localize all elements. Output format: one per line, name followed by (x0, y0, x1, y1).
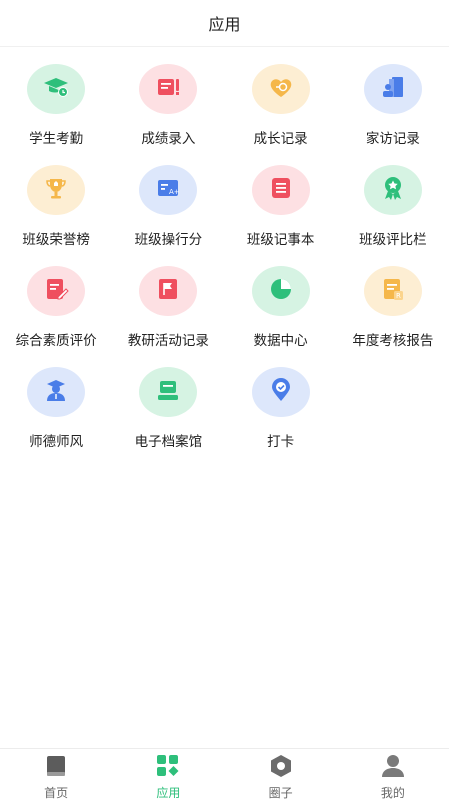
app-class-conduct[interactable]: A+ 班级操行分 (112, 161, 224, 262)
app-annual-report[interactable]: R 年度考核报告 (337, 262, 449, 363)
app-label: 年度考核报告 (352, 333, 434, 349)
pie-chart-icon (267, 275, 295, 307)
home-visit-icon (379, 73, 407, 105)
app-quality-evaluation[interactable]: 综合素质评价 (0, 262, 112, 363)
app-icon-bg (251, 266, 310, 316)
teacher-icon (42, 376, 70, 408)
app-teacher-ethics[interactable]: 师德师风 (0, 363, 112, 464)
app-label: 班级荣誉榜 (22, 232, 90, 248)
app-label: 班级操行分 (134, 232, 203, 248)
app-icon-bg: A+ (139, 165, 198, 215)
bottom-tab-bar: 首页 应用 圈子 我的 (0, 748, 449, 800)
app-icon-bg (251, 367, 310, 417)
app-label: 打卡 (267, 434, 295, 450)
tab-apps[interactable]: 应用 (112, 749, 224, 800)
app-label: 班级评比栏 (359, 232, 427, 248)
conduct-score-icon: A+ (154, 174, 182, 206)
app-class-honor[interactable]: 班级荣誉榜 (0, 161, 112, 262)
app-grade-entry[interactable]: 成绩录入 (112, 60, 224, 161)
app-class-rating[interactable]: 班级评比栏 (337, 161, 449, 262)
svg-text:A+: A+ (169, 188, 180, 196)
app-icon-bg (27, 165, 86, 215)
page-title: 应用 (208, 15, 241, 34)
graduation-cap-clock-icon (42, 73, 70, 105)
app-label: 综合素质评价 (15, 333, 97, 349)
app-label: 成绩录入 (141, 131, 196, 147)
app-label: 家访记录 (365, 131, 420, 147)
app-icon-bg (139, 64, 198, 114)
app-label: 班级记事本 (246, 232, 315, 248)
app-icon-bg (251, 64, 310, 114)
app-label: 师德师风 (29, 434, 84, 450)
tab-label: 圈子 (268, 786, 293, 800)
award-badge-icon (379, 174, 407, 206)
grade-entry-icon (154, 73, 182, 105)
app-student-attendance[interactable]: 学生考勤 (0, 60, 112, 161)
svg-text:R: R (396, 292, 401, 300)
tab-mine[interactable]: 我的 (337, 749, 449, 800)
apps-grid-icon (154, 753, 182, 783)
app-icon-bg (139, 367, 198, 417)
edit-document-icon (42, 275, 70, 307)
app-research-activity[interactable]: 教研活动记录 (112, 262, 224, 363)
apps-grid: 学生考勤 成绩录入 成长记录 家访记录 班级荣誉榜 A+ 班级操行分 班级记事本… (0, 60, 449, 464)
app-label: 数据中心 (253, 333, 308, 349)
app-icon-bg (27, 64, 86, 114)
tab-home[interactable]: 首页 (0, 749, 112, 800)
tab-label: 我的 (380, 786, 405, 800)
notebook-icon (267, 174, 295, 206)
hexagon-icon (267, 753, 295, 783)
report-icon: R (379, 275, 407, 307)
flag-document-icon (154, 275, 182, 307)
book-icon (42, 753, 70, 783)
app-label: 成长记录 (253, 131, 308, 147)
tab-label: 首页 (44, 786, 69, 800)
app-header: 应用 (0, 0, 449, 47)
app-label: 教研活动记录 (127, 333, 209, 349)
app-icon-bg (27, 266, 86, 316)
app-data-center[interactable]: 数据中心 (225, 262, 337, 363)
location-check-icon (267, 376, 295, 408)
app-icon-bg (363, 64, 422, 114)
app-icon-bg (363, 165, 422, 215)
archive-icon (154, 376, 182, 408)
app-class-notebook[interactable]: 班级记事本 (225, 161, 337, 262)
heart-growth-icon (267, 73, 295, 105)
app-check-in[interactable]: 打卡 (225, 363, 337, 464)
trophy-icon (42, 174, 70, 206)
tab-label: 应用 (156, 786, 181, 800)
app-icon-bg (251, 165, 310, 215)
person-icon (379, 753, 407, 783)
app-label: 电子档案馆 (134, 434, 203, 450)
app-icon-bg (27, 367, 86, 417)
app-growth-record[interactable]: 成长记录 (225, 60, 337, 161)
app-e-archive[interactable]: 电子档案馆 (112, 363, 224, 464)
app-home-visit[interactable]: 家访记录 (337, 60, 449, 161)
app-icon-bg: R (363, 266, 422, 316)
tab-circle[interactable]: 圈子 (225, 749, 337, 800)
app-icon-bg (139, 266, 198, 316)
app-label: 学生考勤 (29, 131, 84, 147)
